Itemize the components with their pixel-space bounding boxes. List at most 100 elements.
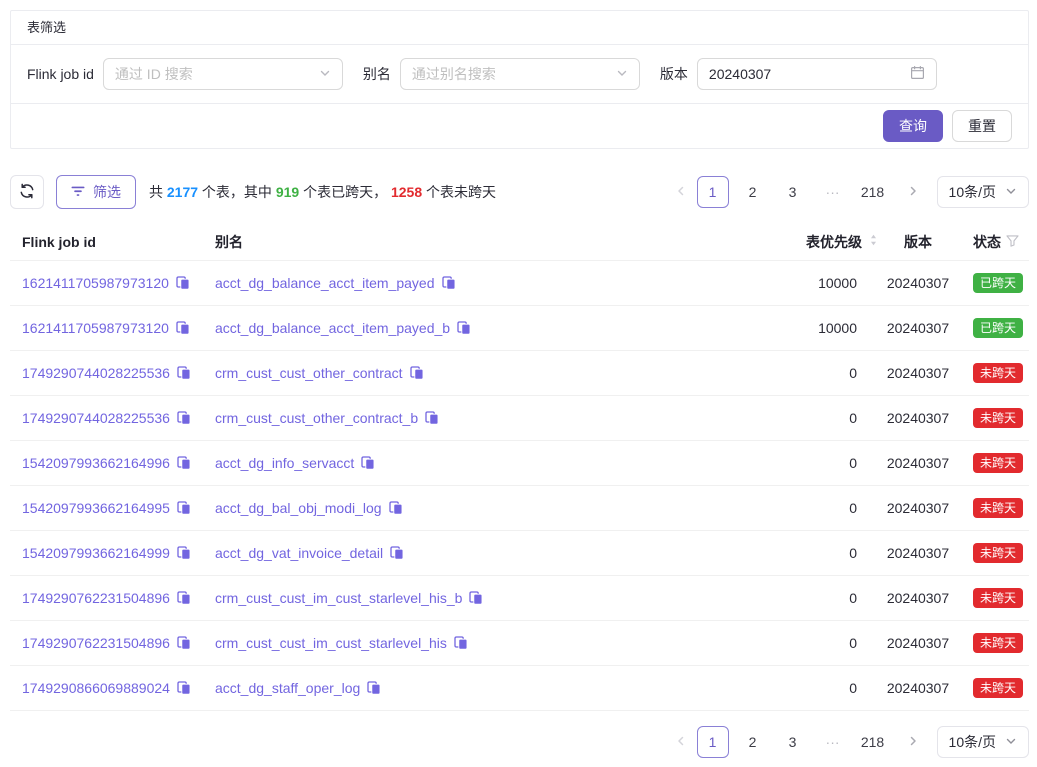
filter-toggle-button[interactable]: 筛选 <box>56 175 136 209</box>
page: 表筛选 Flink job id 通过 ID 搜索 别名 通过别名搜索 <box>0 0 1037 758</box>
pagination-page-3[interactable]: 3 <box>777 726 809 758</box>
copy-icon[interactable] <box>177 501 191 515</box>
page-size-select[interactable]: 10条/页 <box>937 176 1029 208</box>
flink-job-id-link[interactable]: 1749290866069889024 <box>22 680 170 696</box>
pagination-page-1[interactable]: 1 <box>697 726 729 758</box>
table-row: 1749290866069889024 acct_dg_staff_oper_l… <box>10 666 1029 711</box>
status-badge: 未跨天 <box>973 678 1023 698</box>
copy-icon[interactable] <box>442 276 456 290</box>
summary-mid1: 个表，其中 <box>198 184 276 200</box>
alias-link[interactable]: acct_dg_bal_obj_modi_log <box>215 500 382 516</box>
copy-icon[interactable] <box>457 321 471 335</box>
copy-icon[interactable] <box>177 411 191 425</box>
flink-job-id-link[interactable]: 1542097993662164995 <box>22 500 170 516</box>
cell-status: 未跨天 <box>958 633 1029 653</box>
pagination-prev-button[interactable] <box>665 176 697 208</box>
copy-icon[interactable] <box>454 636 468 650</box>
page-size-select[interactable]: 10条/页 <box>937 726 1029 758</box>
version-date-input[interactable]: 20240307 <box>697 58 937 90</box>
reset-button[interactable]: 重置 <box>952 110 1012 142</box>
column-header-priority[interactable]: 表优先级 <box>738 232 878 252</box>
copy-icon[interactable] <box>177 636 191 650</box>
flink-job-id-select[interactable]: 通过 ID 搜索 <box>103 58 343 90</box>
cell-version: 20240307 <box>878 545 958 561</box>
table-row: 1542097993662164995 acct_dg_bal_obj_modi… <box>10 486 1029 531</box>
filter-form: Flink job id 通过 ID 搜索 别名 通过别名搜索 <box>11 45 1028 104</box>
alias-link[interactable]: acct_dg_balance_acct_item_payed <box>215 275 435 291</box>
pagination-page-3[interactable]: 3 <box>777 176 809 208</box>
pagination-page-2[interactable]: 2 <box>737 176 769 208</box>
status-badge: 未跨天 <box>973 453 1023 473</box>
query-button[interactable]: 查询 <box>883 110 943 142</box>
alias-link[interactable]: crm_cust_cust_im_cust_starlevel_his <box>215 635 447 651</box>
chevron-down-icon <box>319 66 331 82</box>
version-value: 20240307 <box>887 500 949 516</box>
alias-link[interactable]: crm_cust_cust_other_contract <box>215 365 403 381</box>
alias-placeholder: 通过别名搜索 <box>412 64 496 84</box>
version-label: 版本 <box>660 64 688 84</box>
pagination-ellipsis[interactable]: ··· <box>817 176 849 208</box>
column-header-flink-job-id: Flink job id <box>10 234 215 250</box>
copy-icon[interactable] <box>177 456 191 470</box>
flink-job-id-link[interactable]: 1621411705987973120 <box>22 275 169 291</box>
pagination-page-2[interactable]: 2 <box>737 726 769 758</box>
table-body: 1621411705987973120 acct_dg_balance_acct… <box>10 261 1029 711</box>
funnel-filter-icon[interactable] <box>1006 234 1019 250</box>
flink-job-id-link[interactable]: 1749290762231504896 <box>22 590 170 606</box>
chevron-left-icon <box>675 734 687 750</box>
pagination-prev-button[interactable] <box>665 726 697 758</box>
alias-link[interactable]: acct_dg_staff_oper_log <box>215 680 360 696</box>
copy-icon[interactable] <box>425 411 439 425</box>
page-size-value: 10条/页 <box>949 182 996 202</box>
copy-icon[interactable] <box>390 546 404 560</box>
status-badge: 未跨天 <box>973 588 1023 608</box>
table-row: 1749290744028225536 crm_cust_cust_other_… <box>10 396 1029 441</box>
cell-priority: 10000 <box>738 320 878 336</box>
pagination-page-1[interactable]: 1 <box>697 176 729 208</box>
copy-icon[interactable] <box>177 681 191 695</box>
cell-alias: crm_cust_cust_other_contract <box>215 365 738 381</box>
cell-flink-job-id: 1542097993662164999 <box>10 545 215 561</box>
priority-value: 0 <box>849 500 857 516</box>
alias-select[interactable]: 通过别名搜索 <box>400 58 640 90</box>
pagination-page-218[interactable]: 218 <box>857 726 889 758</box>
sorter-icon[interactable] <box>869 233 878 250</box>
calendar-icon <box>910 65 925 83</box>
copy-icon[interactable] <box>176 276 190 290</box>
priority-value: 0 <box>849 680 857 696</box>
copy-icon[interactable] <box>367 681 381 695</box>
alias-link[interactable]: crm_cust_cust_im_cust_starlevel_his_b <box>215 590 462 606</box>
cell-alias: crm_cust_cust_im_cust_starlevel_his_b <box>215 590 738 606</box>
flink-job-id-link[interactable]: 1749290744028225536 <box>22 365 170 381</box>
pagination-next-button[interactable] <box>897 176 929 208</box>
filter-actions: 查询 重置 <box>11 104 1028 148</box>
alias-link[interactable]: crm_cust_cust_other_contract_b <box>215 410 418 426</box>
copy-icon[interactable] <box>176 321 190 335</box>
copy-icon[interactable] <box>177 366 191 380</box>
alias-link[interactable]: acct_dg_balance_acct_item_payed_b <box>215 320 450 336</box>
flink-job-id-link[interactable]: 1621411705987973120 <box>22 320 169 336</box>
filter-card: 表筛选 Flink job id 通过 ID 搜索 别名 通过别名搜索 <box>10 10 1029 149</box>
alias-link[interactable]: acct_dg_vat_invoice_detail <box>215 545 383 561</box>
flink-job-id-link[interactable]: 1749290762231504896 <box>22 635 170 651</box>
pagination-ellipsis[interactable]: ··· <box>817 726 849 758</box>
refresh-button[interactable] <box>10 175 44 209</box>
copy-icon[interactable] <box>469 591 483 605</box>
cell-priority: 0 <box>738 545 878 561</box>
pagination-page-218[interactable]: 218 <box>857 176 889 208</box>
flink-job-id-link[interactable]: 1542097993662164999 <box>22 545 170 561</box>
priority-value: 0 <box>849 545 857 561</box>
chevron-down-icon <box>1005 184 1017 200</box>
flink-job-id-link[interactable]: 1542097993662164996 <box>22 455 170 471</box>
copy-icon[interactable] <box>177 591 191 605</box>
copy-icon[interactable] <box>361 456 375 470</box>
copy-icon[interactable] <box>177 546 191 560</box>
cell-alias: crm_cust_cust_im_cust_starlevel_his <box>215 635 738 651</box>
pagination-next-button[interactable] <box>897 726 929 758</box>
copy-icon[interactable] <box>389 501 403 515</box>
column-header-label: 版本 <box>904 232 932 252</box>
copy-icon[interactable] <box>410 366 424 380</box>
summary-suffix: 个表未跨天 <box>422 184 496 200</box>
alias-link[interactable]: acct_dg_info_servacct <box>215 455 354 471</box>
flink-job-id-link[interactable]: 1749290744028225536 <box>22 410 170 426</box>
